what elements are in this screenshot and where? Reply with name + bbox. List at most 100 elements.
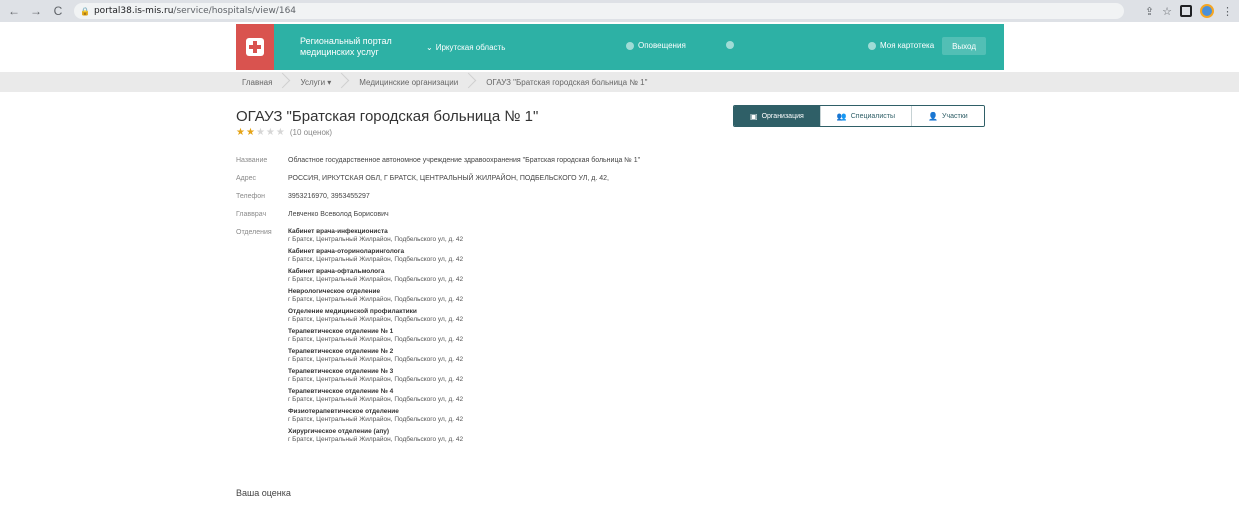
breadcrumb-organizations[interactable]: Медицинские организации xyxy=(353,72,480,92)
reload-icon[interactable]: C xyxy=(50,3,66,19)
region-label: Иркутская область xyxy=(435,42,506,52)
department-address: г Братск, Центральный Жилрайон, Подбельс… xyxy=(288,316,464,323)
department-address: г Братск, Центральный Жилрайон, Подбельс… xyxy=(288,256,464,263)
back-icon[interactable]: ← xyxy=(6,3,22,19)
header-band: Региональный портал медицинских услуг ⌄ … xyxy=(236,24,1004,70)
list-item[interactable]: Терапевтическое отделение № 2г Братск, Ц… xyxy=(288,348,463,364)
list-item[interactable]: Хирургическое отделение (апу) г Братск, Ц… xyxy=(288,428,463,444)
tab-label: Специалисты xyxy=(850,112,896,120)
org-full-name: Областное государственное автономное учр… xyxy=(288,157,641,164)
department-address: г Братск, Центральный Жилрайон, Подбельс… xyxy=(288,336,464,343)
breadcrumb-services[interactable]: Услуги ▾ xyxy=(294,72,353,92)
logo-icon[interactable] xyxy=(236,24,274,70)
info-row-address: Адрес РОССИЯ, ИРКУТСКАЯ ОБЛ, Г БРАТСК, Ц… xyxy=(236,174,1006,184)
department-name: Кабинет врача-инфекциониста xyxy=(288,228,388,235)
building-icon: ▣ xyxy=(750,111,758,121)
lock-icon: 🔒 xyxy=(80,6,90,16)
star-icon: ★ xyxy=(255,127,265,138)
profile-avatar[interactable] xyxy=(1200,4,1214,18)
breadcrumb: Главная Услуги ▾ Медицинские организации… xyxy=(236,72,669,92)
exit-button[interactable]: Выход xyxy=(942,37,986,55)
your-rating-heading: Ваша оценка xyxy=(236,488,291,498)
star-icon: ★ xyxy=(236,127,245,138)
list-item[interactable]: Кабинет врача-офтальмолога г Братск, Цент… xyxy=(288,268,463,284)
list-item[interactable]: Кабинет врача-оториноларинголога г Братск… xyxy=(288,248,463,264)
department-address: г Братск, Центральный Жилрайон, Подбельс… xyxy=(288,276,464,283)
my-card-label: Моя картотека xyxy=(880,41,935,50)
info-row-phone: Телефон 3953216970, 3953455297 xyxy=(236,192,1006,202)
portal-title[interactable]: Региональный портал медицинских услуг xyxy=(300,36,430,58)
department-name: Кабинет врача-оториноларинголога xyxy=(288,248,405,255)
url-host: portal38.is-mis.ru xyxy=(93,6,174,16)
department-address: г Братск, Центральный Жилрайон, Подбельс… xyxy=(288,236,464,243)
tab-specialists[interactable]: 👥 Специалисты xyxy=(819,106,912,126)
info-label: Главврач xyxy=(236,211,267,218)
list-item[interactable]: Терапевтическое отделение № 4г Братск, Ц… xyxy=(288,388,463,404)
tab-organization[interactable]: ▣ Организация xyxy=(734,106,820,126)
department-name: Терапевтическое отделение № 2 xyxy=(288,348,394,355)
info-label: Отделения xyxy=(236,229,272,236)
breadcrumb-bar: Главная Услуги ▾ Медицинские организации… xyxy=(0,72,1239,92)
info-row-name: Название Областное государственное автон… xyxy=(236,156,1006,166)
info-label: Адрес xyxy=(236,175,257,182)
notifications-label: Оповещения xyxy=(638,41,686,50)
breadcrumb-current: ОГАУЗ "Братская городская больница № 1" xyxy=(486,77,648,87)
org-address: РОССИЯ, ИРКУТСКАЯ ОБЛ, Г БРАТСК, ЦЕНТРАЛ… xyxy=(288,175,609,182)
card-icon xyxy=(868,41,876,50)
url-path: /service/hospitals/view/164 xyxy=(173,6,297,16)
my-card-link[interactable]: Моя картотека xyxy=(868,41,934,50)
department-list: Кабинет врача-инфекциониста г Братск, Цен… xyxy=(288,228,463,448)
chevron-down-icon: ⌄ xyxy=(426,42,433,52)
menu-icon[interactable]: ⋮ xyxy=(1222,5,1233,18)
department-address: г Братск, Центральный Жилрайон, Подбельс… xyxy=(288,356,464,363)
browser-toolbar: ← → C 🔒 portal38.is-mis.ru /service/hosp… xyxy=(0,0,1239,22)
bookmark-star-icon[interactable]: ☆ xyxy=(1162,5,1172,18)
department-address: г Братск, Центральный Жилрайон, Подбельс… xyxy=(288,296,464,303)
department-address: г Братск, Центральный Жилрайон, Подбельс… xyxy=(288,436,464,443)
department-address: г Братск, Центральный Жилрайон, Подбельс… xyxy=(288,416,464,423)
star-icon: ★ xyxy=(265,127,275,138)
org-chief: Левченко Всеволод Борисович xyxy=(288,211,389,218)
list-item[interactable]: Кабинет врача-инфекциониста г Братск, Цен… xyxy=(288,228,463,244)
star-icon: ★ xyxy=(275,127,285,138)
department-name: Неврологическое отделение xyxy=(288,288,381,295)
department-address: г Братск, Центральный Жилрайон, Подбельс… xyxy=(288,396,464,403)
list-item[interactable]: Терапевтическое отделение № 1г Братск, Ц… xyxy=(288,328,463,344)
list-item[interactable]: Терапевтическое отделение № 3г Братск, Ц… xyxy=(288,368,463,384)
notifications-link[interactable]: Оповещения xyxy=(626,41,686,50)
info-row-chief: Главврач Левченко Всеволод Борисович xyxy=(236,210,1006,220)
organization-info: Название Областное государственное автон… xyxy=(236,156,1006,448)
department-name: Отделение медицинской профилактики xyxy=(288,308,417,315)
tab-districts[interactable]: 👤 Участки xyxy=(911,106,984,126)
info-label: Название xyxy=(236,157,268,164)
tab-label: Участки xyxy=(942,112,968,120)
rating: ★ ★ ★ ★ ★ (10 оценок) xyxy=(236,127,1006,138)
info-row-departments: Отделения Кабинет врача-инфекциониста г Б… xyxy=(236,228,1006,448)
department-name: Терапевтическое отделение № 1 xyxy=(288,328,394,335)
list-item[interactable]: Неврологическое отделение г Братск, Центр… xyxy=(288,288,463,304)
department-name: Терапевтическое отделение № 3 xyxy=(288,368,394,375)
list-item[interactable]: Отделение медицинской профилактики г Брат… xyxy=(288,308,463,324)
forward-icon[interactable]: → xyxy=(28,3,44,19)
region-selector[interactable]: ⌄ Иркутская область xyxy=(426,43,505,52)
votes-count: (10 оценок) xyxy=(289,128,333,137)
main-content: ОГАУЗ "Братская городская больница № 1" … xyxy=(236,100,1006,456)
star-icon: ★ xyxy=(245,127,255,138)
person-icon: 👤 xyxy=(928,111,939,121)
tab-label: Организация xyxy=(761,112,804,120)
bell-icon xyxy=(626,41,634,50)
department-name: Кабинет врача-офтальмолога xyxy=(288,268,385,275)
department-address: г Братск, Центральный Жилрайон, Подбельс… xyxy=(288,376,464,383)
breadcrumb-home[interactable]: Главная xyxy=(236,72,294,92)
user-icon xyxy=(726,41,734,49)
info-label: Телефон xyxy=(236,193,266,200)
department-name: Хирургическое отделение (апу) xyxy=(288,428,390,435)
list-item[interactable]: Физиотерапевтическое отделение г Братск, … xyxy=(288,408,463,424)
department-name: Терапевтическое отделение № 4 xyxy=(288,388,394,395)
view-tabs: ▣ Организация 👥 Специалисты 👤 Участки xyxy=(733,105,985,127)
people-icon: 👥 xyxy=(836,111,847,121)
user-link[interactable] xyxy=(726,41,734,49)
extension-icon[interactable] xyxy=(1180,5,1192,17)
share-icon[interactable]: ⇪ xyxy=(1145,5,1154,18)
address-bar[interactable]: 🔒 portal38.is-mis.ru /service/hospitals/… xyxy=(74,3,1124,19)
